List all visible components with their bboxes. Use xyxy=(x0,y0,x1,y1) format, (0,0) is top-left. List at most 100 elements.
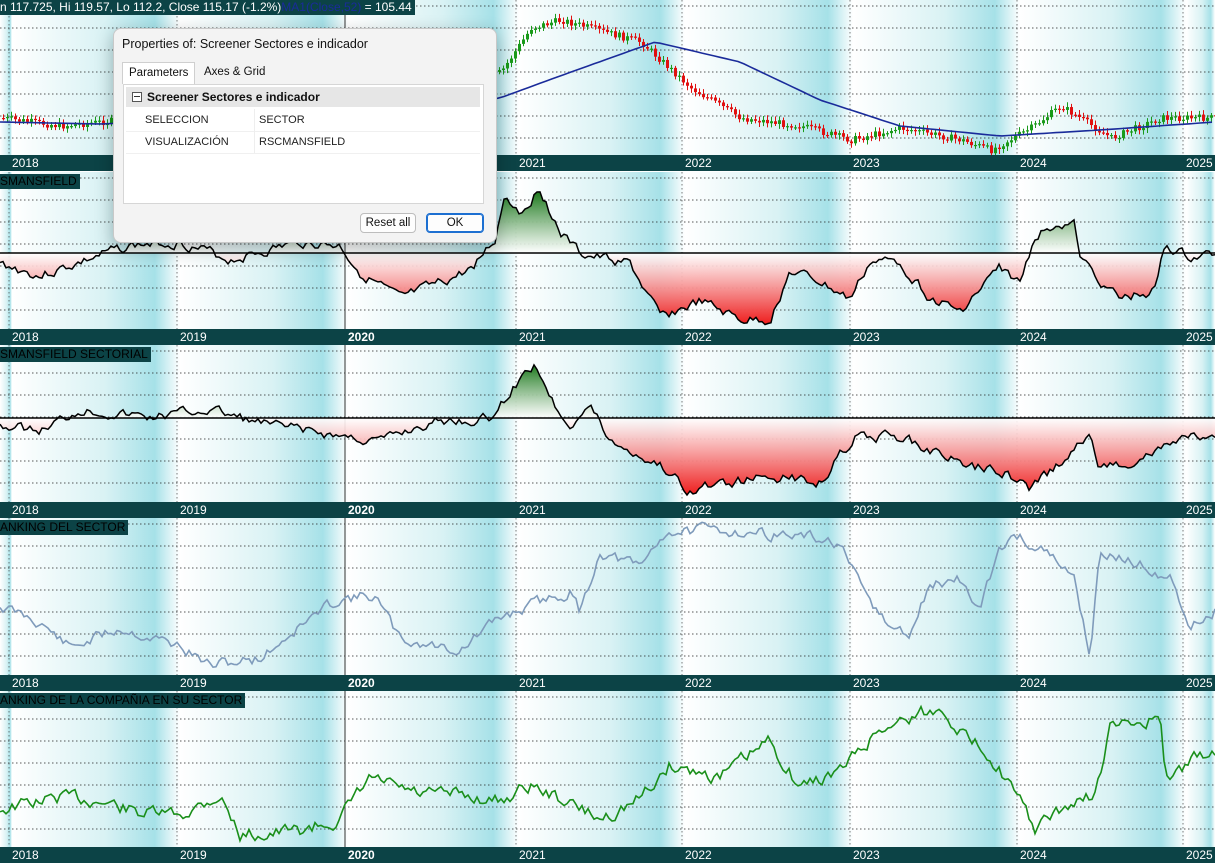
candle xyxy=(98,120,101,122)
ranking-company-label: ANKING DE LA COMPAÑIA EN SU SECTOR xyxy=(0,693,246,708)
candle xyxy=(1142,128,1145,131)
candle xyxy=(1194,117,1197,119)
property-value-seleccion[interactable]: SECTOR xyxy=(254,109,305,131)
candle xyxy=(646,46,649,49)
candle xyxy=(1078,114,1081,117)
candle xyxy=(742,118,745,120)
candle xyxy=(942,135,945,140)
candle xyxy=(1182,119,1185,121)
candle xyxy=(870,136,873,138)
candle xyxy=(926,129,929,133)
property-category[interactable]: Screener Sectores e indicador xyxy=(126,87,480,107)
property-row-seleccion[interactable]: SELECCION SECTOR xyxy=(126,109,480,132)
candle xyxy=(862,138,865,141)
candle xyxy=(606,29,609,32)
candle xyxy=(678,75,681,77)
candle xyxy=(842,133,845,137)
candle xyxy=(50,124,53,128)
year-label: 2020 xyxy=(348,503,375,517)
candle xyxy=(570,19,573,26)
smansfield-sectorial-pane[interactable]: SMANSFIELD SECTORIAL 2018 2019 2020 2021… xyxy=(0,345,1215,518)
candle xyxy=(510,58,513,63)
candle xyxy=(18,119,21,122)
year-band xyxy=(348,691,519,847)
properties-dialog[interactable]: Properties of: Screener Sectores e indic… xyxy=(113,28,497,243)
candle xyxy=(1166,115,1169,120)
candle xyxy=(94,120,97,123)
candle xyxy=(974,144,977,147)
year-label: 2023 xyxy=(853,156,880,170)
candle xyxy=(1006,142,1009,147)
year-band xyxy=(180,518,348,675)
candle xyxy=(690,85,693,89)
candle xyxy=(66,126,69,129)
candle xyxy=(946,139,949,141)
candle xyxy=(14,116,17,120)
year-label: 2024 xyxy=(1020,330,1047,344)
candle xyxy=(622,32,625,41)
candle xyxy=(1174,116,1177,118)
year-label: 2025 xyxy=(1186,330,1213,344)
candle xyxy=(614,31,617,38)
candle xyxy=(1022,131,1025,133)
candle xyxy=(662,59,665,62)
candle xyxy=(590,24,593,26)
candle xyxy=(1158,121,1161,124)
candle xyxy=(638,37,641,42)
smansfield-x-axis: 2018 2019 2020 2021 2022 2023 2024 2025 xyxy=(0,329,1215,345)
candle xyxy=(538,27,541,29)
candle xyxy=(602,28,605,30)
candle xyxy=(578,22,581,24)
year-band xyxy=(1020,691,1186,847)
collapse-icon[interactable] xyxy=(132,92,142,102)
candle xyxy=(1170,116,1173,120)
year-band xyxy=(0,0,12,155)
candle xyxy=(594,25,597,27)
candle xyxy=(906,129,909,132)
tab-axes-grid[interactable]: Axes & Grid xyxy=(198,62,271,84)
year-band xyxy=(180,691,348,847)
candle xyxy=(890,130,893,134)
year-label: 2025 xyxy=(1186,848,1213,862)
ranking-company-pane[interactable]: ANKING DE LA COMPAÑIA EN SU SECTOR 2018 … xyxy=(0,691,1215,863)
tab-parameters[interactable]: Parameters xyxy=(122,62,196,84)
candle xyxy=(734,109,737,115)
candle xyxy=(1198,114,1201,118)
candle xyxy=(558,18,561,22)
candle xyxy=(1062,109,1065,111)
candle xyxy=(586,24,589,27)
candle xyxy=(726,106,729,108)
candle xyxy=(1054,108,1057,111)
candle xyxy=(530,29,533,34)
candle xyxy=(1102,132,1105,134)
candle xyxy=(934,132,937,135)
candle xyxy=(766,119,769,124)
reset-all-button[interactable]: Reset all xyxy=(360,213,416,233)
year-label: 2021 xyxy=(519,676,546,690)
year-band xyxy=(1186,172,1215,329)
property-value-visualizacion[interactable]: RSCMANSFIELD xyxy=(254,131,345,153)
candle xyxy=(938,132,941,136)
ranking-sector-pane[interactable]: ANKING DEL SECTOR 2018 2019 2020 2021 20… xyxy=(0,518,1215,691)
year-label: 2018 xyxy=(12,676,39,690)
candle xyxy=(694,88,697,93)
candle xyxy=(1154,121,1157,123)
candle xyxy=(522,39,525,44)
candle xyxy=(654,48,657,57)
property-row-visualizacion[interactable]: VISUALIZACIÓN RSCMANSFIELD xyxy=(126,131,480,154)
candle xyxy=(706,97,709,99)
candle xyxy=(1186,115,1189,120)
property-grid[interactable]: Screener Sectores e indicador SELECCION … xyxy=(123,84,484,204)
candle xyxy=(854,136,857,144)
year-label: 2020 xyxy=(348,848,375,862)
candle xyxy=(70,126,73,128)
year-label: 2018 xyxy=(12,330,39,344)
candle xyxy=(702,94,705,98)
ok-button[interactable]: OK xyxy=(426,213,484,233)
candle xyxy=(798,127,801,129)
year-band xyxy=(685,691,853,847)
year-band xyxy=(348,518,519,675)
year-label: 2023 xyxy=(853,503,880,517)
candle xyxy=(1106,132,1109,136)
year-band xyxy=(853,172,1020,329)
